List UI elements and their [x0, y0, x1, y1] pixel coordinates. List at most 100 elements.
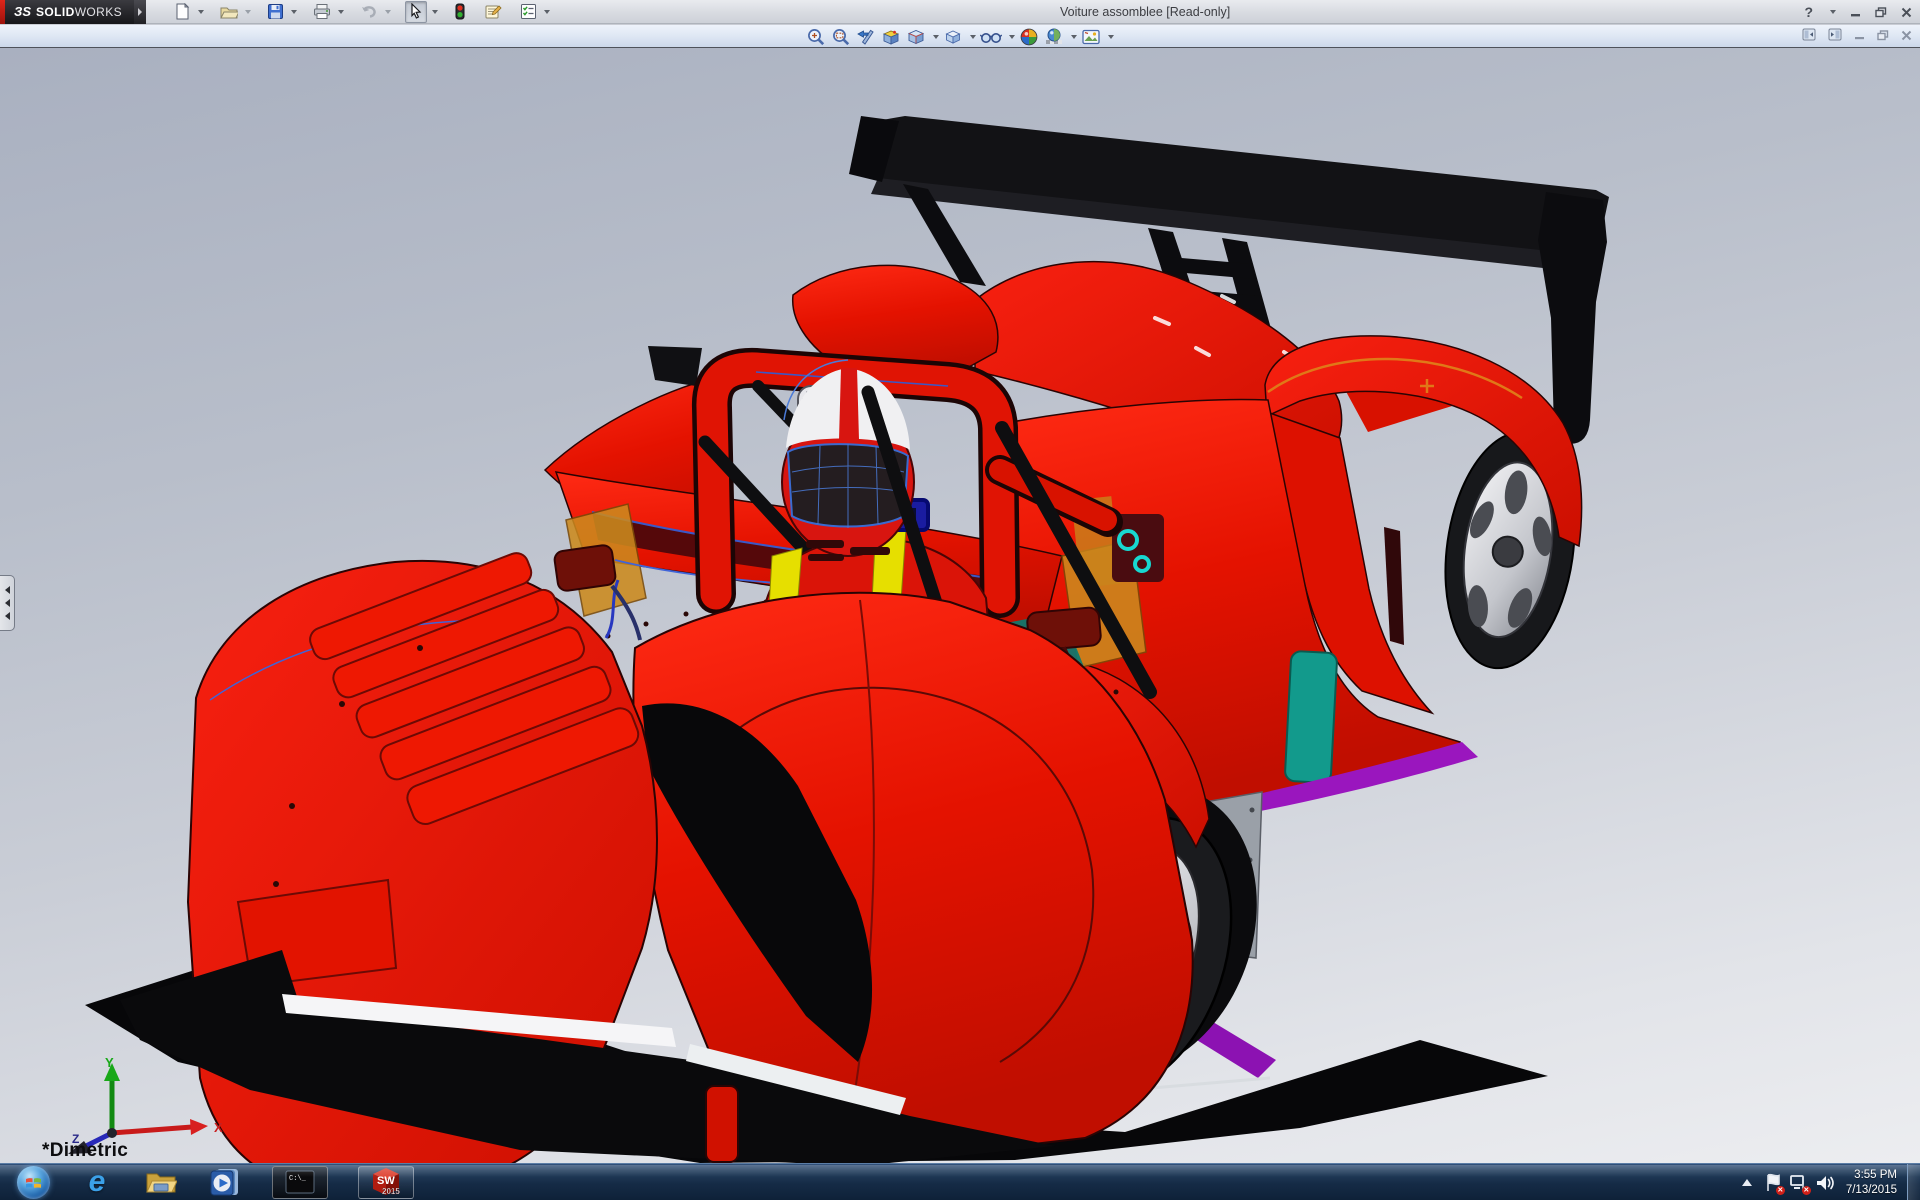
- options-dropdown-caret[interactable]: [544, 9, 550, 14]
- open-dropdown-caret[interactable]: [245, 9, 251, 14]
- doc-minimize-button[interactable]: [1854, 28, 1865, 46]
- view-settings-caret[interactable]: [1108, 34, 1114, 39]
- doc-restore-icon: [1877, 29, 1889, 40]
- headsup-view-toolbar: [805, 25, 1114, 48]
- document-window-controls: [1802, 25, 1912, 48]
- undo-dropdown-caret[interactable]: [385, 9, 391, 14]
- save-dropdown-caret[interactable]: [291, 9, 297, 14]
- show-hidden-icons-button[interactable]: [1734, 1168, 1760, 1198]
- display-style-icon: [945, 30, 961, 44]
- taskbar-solidworks[interactable]: SW 2015: [358, 1165, 414, 1199]
- taskbar-command-prompt[interactable]: C:\_: [272, 1165, 328, 1199]
- solidworks-logo[interactable]: ЗS SOLIDWORKS: [0, 0, 134, 24]
- help-button[interactable]: ?: [1804, 4, 1813, 20]
- hidden-icons-arrow-icon: [1741, 1178, 1752, 1186]
- logo-wordmark: SOLIDWORKS: [36, 4, 123, 19]
- volume-icon[interactable]: [1812, 1168, 1838, 1198]
- menu-flyout-arrow[interactable]: [134, 0, 146, 24]
- help-dropdown-caret[interactable]: [1830, 10, 1836, 14]
- print-button[interactable]: [311, 1, 333, 23]
- feature-manager-flyout-tab[interactable]: [0, 575, 15, 631]
- clock-date: 7/13/2015: [1845, 1183, 1897, 1196]
- zoom-to-area-button[interactable]: [830, 26, 852, 47]
- taskbar-windows-explorer[interactable]: [144, 1165, 178, 1199]
- taskbar-clock[interactable]: 3:55 PM 7/13/2015: [1846, 1168, 1897, 1198]
- taskbar-internet-explorer[interactable]: e: [80, 1165, 114, 1199]
- hide-show-items-icon: [980, 32, 1002, 43]
- title-bar: ЗS SOLIDWORKS Voiture assomblee [Read-on…: [0, 0, 1920, 24]
- hide-show-items-caret[interactable]: [1009, 34, 1015, 39]
- new-document-button[interactable]: [172, 1, 193, 23]
- view-orientation-caret[interactable]: [933, 34, 939, 39]
- view-settings-button[interactable]: [1080, 26, 1102, 47]
- display-style-button[interactable]: [942, 26, 964, 47]
- document-bar: [0, 25, 1920, 48]
- previous-view-icon: [857, 29, 874, 45]
- file-properties-button[interactable]: [482, 1, 504, 23]
- edit-appearance-button[interactable]: [1018, 26, 1040, 47]
- expand-right-pane-button[interactable]: [1828, 28, 1842, 46]
- display-style-caret[interactable]: [970, 34, 976, 39]
- taskbar-media-player[interactable]: [208, 1165, 242, 1199]
- options-checklist-icon: [521, 4, 536, 19]
- flyout-left-arrow-icon: [4, 612, 10, 620]
- close-button[interactable]: [1901, 7, 1912, 18]
- select-tool-button[interactable]: [405, 0, 427, 23]
- model-canvas[interactable]: [0, 48, 1920, 1163]
- new-document-icon: [176, 3, 190, 20]
- internet-explorer-icon: e: [88, 1165, 106, 1198]
- system-tray: ✕ ✕ 3:55 PM 7/13/2015: [1734, 1164, 1920, 1200]
- apply-scene-button[interactable]: [1043, 26, 1065, 47]
- section-view-icon: [882, 30, 900, 45]
- undo-icon: [362, 6, 376, 18]
- view-orientation-button[interactable]: [905, 26, 927, 47]
- action-center-alert-badge: ✕: [1775, 1185, 1785, 1195]
- expand-left-pane-button[interactable]: [1802, 28, 1816, 46]
- zoom-to-area-icon: [833, 28, 850, 45]
- flyout-arrow-icon: [138, 7, 142, 16]
- rebuild-stoplight-icon: [455, 3, 465, 20]
- open-icon: [220, 7, 238, 19]
- restore-button[interactable]: [1875, 6, 1887, 18]
- command-prompt-icon: C:\_: [285, 1170, 315, 1194]
- zoom-to-fit-icon: [808, 28, 825, 45]
- zoom-to-fit-button[interactable]: [805, 26, 827, 47]
- minimize-button[interactable]: [1850, 7, 1861, 18]
- select-dropdown-caret[interactable]: [432, 9, 438, 14]
- start-button[interactable]: [16, 1165, 50, 1199]
- new-dropdown-caret[interactable]: [198, 9, 204, 14]
- svg-text:C:\_: C:\_: [289, 1175, 307, 1183]
- print-icon: [314, 4, 330, 19]
- print-dropdown-caret[interactable]: [338, 9, 344, 14]
- expand-left-pane-icon: [1802, 28, 1816, 40]
- doc-close-button[interactable]: [1901, 28, 1912, 46]
- hide-show-items-button[interactable]: [979, 26, 1003, 47]
- previous-view-button[interactable]: [855, 26, 877, 47]
- apply-scene-caret[interactable]: [1071, 34, 1077, 39]
- graphics-area[interactable]: Y X Z *Dimetric: [0, 48, 1920, 1163]
- doc-close-icon: [1901, 30, 1912, 40]
- flyout-left-arrow-icon: [4, 599, 10, 607]
- show-desktop-button[interactable]: [1907, 1164, 1920, 1200]
- network-status-icon[interactable]: ✕: [1786, 1168, 1812, 1198]
- action-center-icon[interactable]: ✕: [1760, 1168, 1786, 1198]
- svg-text:2015: 2015: [382, 1187, 400, 1196]
- clock-time: 3:55 PM: [1854, 1168, 1897, 1181]
- svg-text:SW: SW: [377, 1175, 395, 1187]
- minimize-icon: [1851, 13, 1860, 16]
- rebuild-button[interactable]: [452, 1, 468, 23]
- section-view-button[interactable]: [880, 26, 902, 47]
- expand-right-pane-icon: [1828, 28, 1842, 40]
- file-properties-icon: [485, 5, 502, 19]
- view-settings-icon: [1082, 29, 1100, 44]
- undo-button[interactable]: [358, 1, 380, 23]
- folder-icon: [146, 1173, 177, 1193]
- open-button[interactable]: [218, 1, 240, 23]
- menu-bar-toolbar: [172, 0, 550, 23]
- flyout-left-arrow-icon: [4, 586, 10, 594]
- view-orientation-label: *Dimetric: [42, 1140, 129, 1161]
- save-button[interactable]: [265, 1, 286, 23]
- doc-restore-button[interactable]: [1877, 28, 1889, 46]
- options-button[interactable]: [518, 1, 539, 23]
- edit-appearance-icon: [1020, 28, 1038, 45]
